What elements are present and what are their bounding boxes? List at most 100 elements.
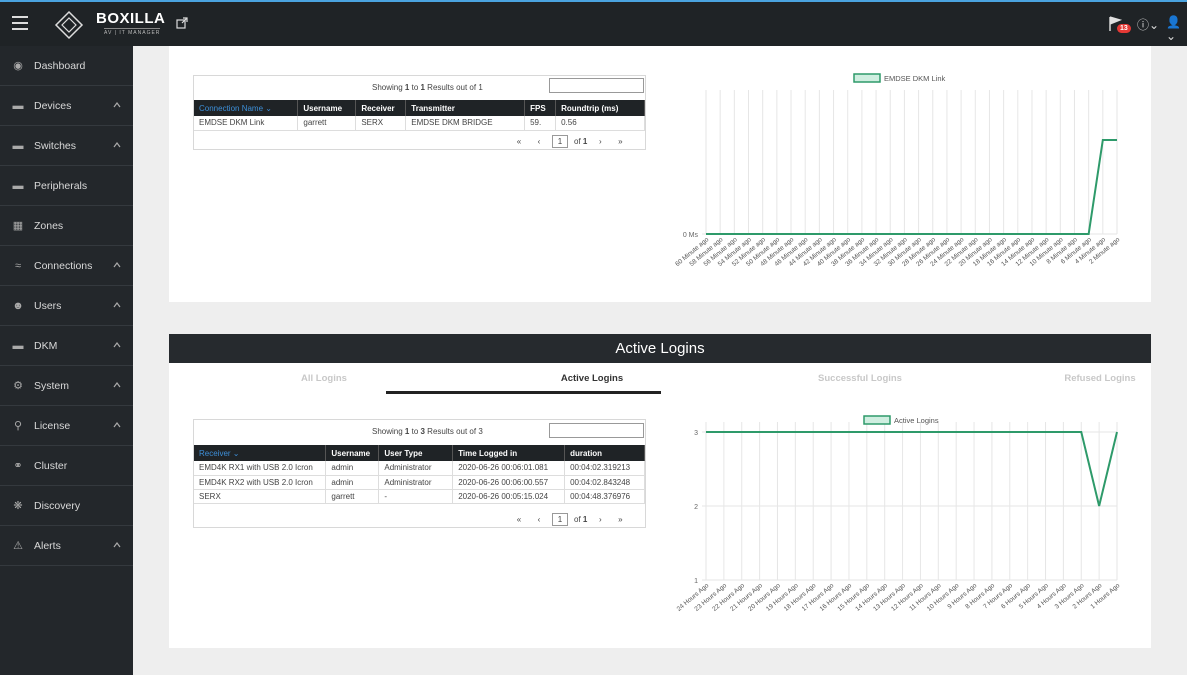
table-cell: garrett <box>297 116 357 131</box>
y-tick-label: 0 Ms <box>683 232 699 239</box>
legend-label: Active Logins <box>894 416 939 425</box>
next-page-button[interactable]: › <box>593 512 607 526</box>
chevron-up-icon[interactable] <box>113 261 121 269</box>
chevron-up-icon[interactable] <box>113 421 121 429</box>
tab-refused-logins[interactable]: Refused Logins <box>1000 373 1187 384</box>
active-logins-title: Active Logins <box>615 340 705 357</box>
page-of-label: of 1 <box>574 514 588 524</box>
column-header[interactable]: Username <box>325 445 380 461</box>
first-page-button[interactable]: « <box>512 512 526 526</box>
table-cell: EMDSE DKM Link <box>194 116 299 131</box>
sidebar-item-label: System <box>34 379 70 392</box>
table-cell: 2020-06-26 00:06:00.557 <box>452 475 566 490</box>
sidebar-item-label: License <box>34 419 71 432</box>
sidebar-item-system[interactable]: ⚙ System <box>0 366 133 406</box>
sidebar-item-label: Connections <box>34 259 93 272</box>
prev-page-button[interactable]: ‹ <box>532 134 546 148</box>
help-icon[interactable]: ⓘ⌄ <box>1137 16 1159 33</box>
active-tab-underline <box>386 391 661 394</box>
active-logins-chart: 12324 Hours Ago23 Hours Ago22 Hours Ago2… <box>676 415 1122 613</box>
table-row[interactable]: EMDSE DKM Link garrett SERX EMDSE DKM BRIDG… <box>194 116 645 131</box>
chevron-up-icon[interactable] <box>113 381 121 389</box>
top-bar: BOXILLA AV | IT MANAGER 13 ⓘ⌄ 👤⌄ <box>0 0 1187 46</box>
discovery-icon: ❋ <box>13 500 23 512</box>
boxilla-logo-icon <box>54 10 84 40</box>
last-page-button[interactable]: » <box>613 134 627 148</box>
chevron-up-icon[interactable] <box>113 301 121 309</box>
sidebar-item-peripherals[interactable]: ▬ Peripherals <box>0 166 133 206</box>
sidebar-item-label: Switches <box>34 139 77 152</box>
sidebar-item-devices[interactable]: ▬ Devices <box>0 86 133 126</box>
chevron-up-icon[interactable] <box>113 141 121 149</box>
table-cell: 00:04:48.376976 <box>564 489 645 504</box>
sidebar-item-dashboard[interactable]: ◉ Dashboard <box>0 46 133 86</box>
switch-icon: ▬ <box>12 139 24 152</box>
table-cell: garrett <box>325 489 380 504</box>
chevron-up-icon[interactable] <box>113 541 121 549</box>
user-icon[interactable]: 👤⌄ <box>1166 15 1187 43</box>
next-page-button[interactable]: › <box>593 134 607 148</box>
sidebar-item-label: Discovery <box>34 499 81 512</box>
column-header[interactable]: Receiver ⌄ <box>194 445 327 461</box>
y-tick-label: 1 <box>694 578 698 585</box>
sidebar-item-users[interactable]: ☻ Users <box>0 286 133 326</box>
table-cell: 2020-06-26 00:06:01.081 <box>452 461 566 476</box>
logins-table-info: Showing 1 to 3 Results out of 3 <box>372 427 483 436</box>
sidebar-item-cluster[interactable]: ⚭ Cluster <box>0 446 133 486</box>
prev-page-button[interactable]: ‹ <box>532 512 546 526</box>
logins-search-input[interactable] <box>549 423 644 438</box>
connections-search-input[interactable] <box>549 78 644 93</box>
last-page-button[interactable]: » <box>613 512 627 526</box>
device-icon: ▬ <box>12 99 24 112</box>
brand-name: BOXILLA <box>96 10 166 27</box>
sidebar-item-license[interactable]: ⚲ License <box>0 406 133 446</box>
tab-active-logins[interactable]: Active Logins <box>492 373 692 384</box>
column-header[interactable]: Receiver <box>355 100 407 116</box>
first-page-button[interactable]: « <box>512 134 526 148</box>
logins-pager: « ‹ 1 of 1 › » <box>512 512 627 526</box>
sidebar-item-switches[interactable]: ▬ Switches <box>0 126 133 166</box>
menu-icon[interactable] <box>12 16 28 30</box>
page-number-input[interactable]: 1 <box>552 134 568 148</box>
table-cell: Administrator <box>378 475 454 490</box>
tab-successful-logins[interactable]: Successful Logins <box>760 373 960 384</box>
external-link-icon[interactable] <box>176 17 188 29</box>
connections-table-info: Showing 1 to 1 Results out of 1 <box>372 83 483 92</box>
dkm-icon: ▬ <box>12 339 24 352</box>
column-header[interactable]: FPS <box>524 100 557 116</box>
chevron-up-icon[interactable] <box>113 341 121 349</box>
column-header[interactable]: Time Logged in <box>452 445 566 461</box>
column-header[interactable]: Transmitter <box>405 100 526 116</box>
column-header[interactable]: Roundtrip (ms) <box>555 100 645 116</box>
series-line <box>706 431 1118 507</box>
connections-pager: « ‹ 1 of 1 › » <box>512 134 627 148</box>
column-header[interactable]: Connection Name ⌄ <box>194 100 299 116</box>
table-cell: 59. <box>524 116 557 131</box>
tab-all-logins[interactable]: All Logins <box>224 373 424 384</box>
column-header[interactable]: Username <box>297 100 357 116</box>
page-number-input[interactable]: 1 <box>552 512 568 526</box>
column-header[interactable]: User Type <box>378 445 454 461</box>
sidebar-item-connections[interactable]: ≈ Connections <box>0 246 133 286</box>
sidebar-item-alerts[interactable]: ⚠ Alerts <box>0 526 133 566</box>
page-of-label: of 1 <box>574 136 588 146</box>
warning-icon: ⚠ <box>13 540 23 552</box>
sidebar-item-label: Devices <box>34 99 72 112</box>
table-cell: 00:04:02.319213 <box>564 461 645 476</box>
sidebar-item-discovery[interactable]: ❋ Discovery <box>0 486 133 526</box>
active-logins-header: Active Logins <box>169 334 1151 364</box>
table-row[interactable]: EMD4K RX1 with USB 2.0 Icron admin Adminis… <box>194 461 645 476</box>
logins-table: Receiver ⌄ Username User Type Time Logged i… <box>194 445 645 504</box>
chevron-up-icon[interactable] <box>113 101 121 109</box>
column-header[interactable]: duration <box>564 445 645 461</box>
key-icon: ⚲ <box>13 420 23 432</box>
sidebar-item-label: Peripherals <box>34 179 88 192</box>
y-tick-label: 3 <box>694 430 698 437</box>
sidebar-item-zones[interactable]: ▦ Zones <box>0 206 133 246</box>
y-tick-label: 2 <box>694 504 698 511</box>
table-row[interactable]: EMD4K RX2 with USB 2.0 Icron admin Adminis… <box>194 475 645 490</box>
sidebar-item-dkm[interactable]: ▬ DKM <box>0 326 133 366</box>
sidebar-item-label: Alerts <box>34 539 61 552</box>
table-cell: EMD4K RX2 with USB 2.0 Icron <box>194 475 327 490</box>
table-row[interactable]: SERX garrett -2020-06-26 00:05:15.024 00:04… <box>194 489 645 504</box>
